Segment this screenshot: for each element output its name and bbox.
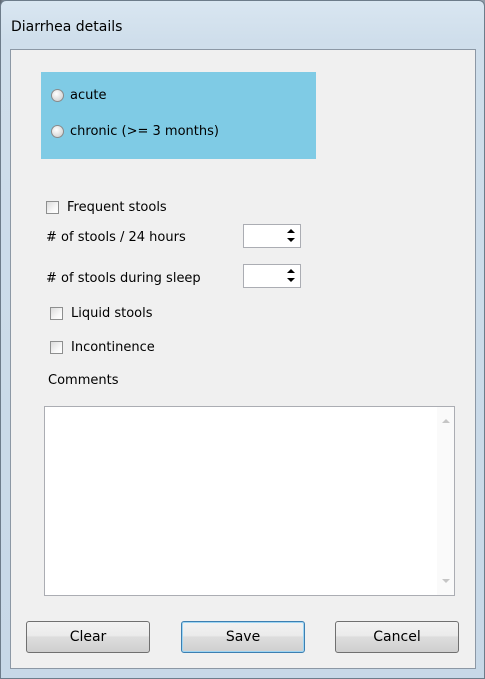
clear-button[interactable]: Clear (26, 621, 150, 653)
incontinence-label[interactable]: Incontinence (71, 340, 155, 355)
frequent-stools-label[interactable]: Frequent stools (67, 200, 167, 215)
frequent-stools-checkbox[interactable] (46, 201, 59, 214)
stools-per-24h-stepper[interactable] (243, 224, 301, 248)
scroll-down-arrow-icon[interactable] (442, 579, 450, 583)
save-button[interactable]: Save (181, 621, 305, 653)
radio-acute-label[interactable]: acute (70, 88, 106, 103)
stools-during-sleep-label: # of stools during sleep (46, 271, 201, 286)
radio-row-chronic[interactable]: chronic (>= 3 months) (51, 124, 219, 139)
radio-chronic-label[interactable]: chronic (>= 3 months) (70, 124, 219, 139)
stools-during-sleep-spin-buttons[interactable] (284, 267, 298, 285)
spin-down-arrow-icon[interactable] (287, 278, 295, 282)
liquid-stools-label[interactable]: Liquid stools (71, 306, 153, 321)
comments-label: Comments (48, 373, 119, 388)
diarrhea-details-dialog: Diarrhea details acute chronic (>= 3 mon… (0, 0, 485, 679)
cancel-button[interactable]: Cancel (335, 621, 459, 653)
window-title: Diarrhea details (11, 19, 123, 35)
liquid-stools-checkbox[interactable] (50, 307, 63, 320)
spin-down-arrow-icon[interactable] (287, 238, 295, 242)
frequent-stools-row[interactable]: Frequent stools (46, 200, 167, 215)
comments-scrollbar[interactable] (437, 407, 454, 595)
stools-per-24h-spin-buttons[interactable] (284, 227, 298, 245)
dialog-client-area: acute chronic (>= 3 months) Frequent sto… (10, 49, 476, 669)
comments-textarea[interactable] (44, 406, 455, 596)
radio-chronic[interactable] (51, 125, 64, 138)
incontinence-row[interactable]: Incontinence (50, 340, 155, 355)
radio-acute[interactable] (51, 89, 64, 102)
stools-per-24h-label: # of stools / 24 hours (46, 230, 186, 245)
spin-up-arrow-icon[interactable] (287, 229, 295, 233)
scroll-up-arrow-icon[interactable] (442, 419, 450, 423)
incontinence-checkbox[interactable] (50, 341, 63, 354)
liquid-stools-row[interactable]: Liquid stools (50, 306, 153, 321)
spin-up-arrow-icon[interactable] (287, 269, 295, 273)
radio-row-acute[interactable]: acute (51, 88, 106, 103)
stools-during-sleep-stepper[interactable] (243, 264, 301, 288)
onset-radio-panel: acute chronic (>= 3 months) (41, 72, 316, 159)
